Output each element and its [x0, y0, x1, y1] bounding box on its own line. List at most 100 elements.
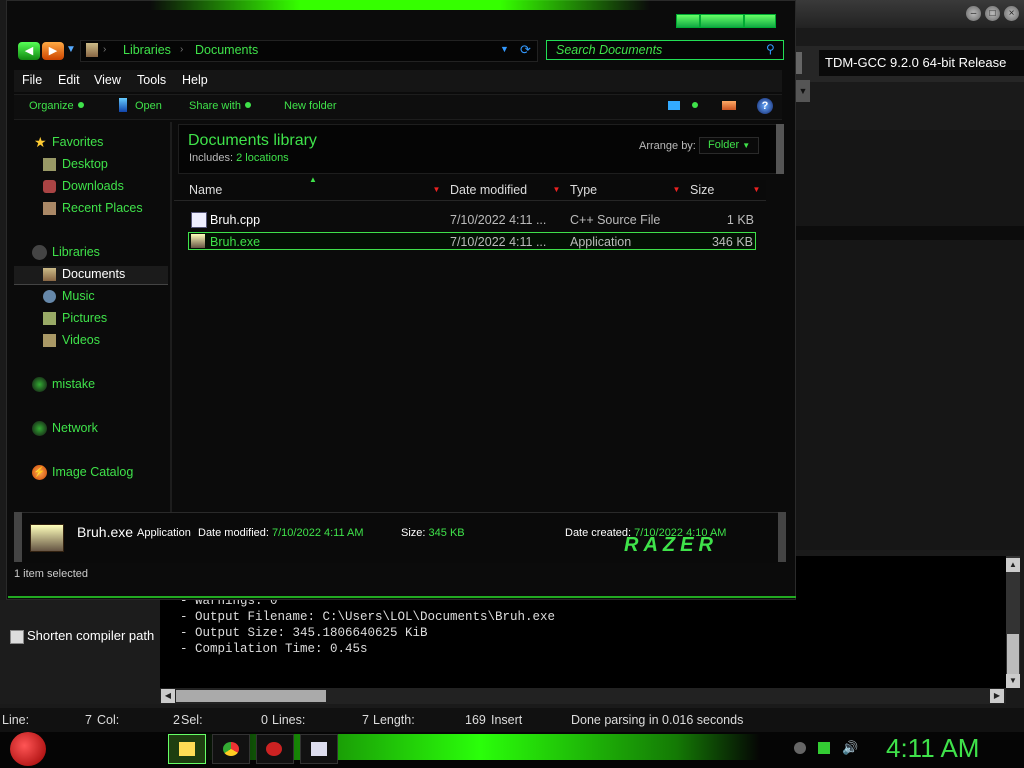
- preview-pane-icon[interactable]: [722, 101, 736, 110]
- close-button[interactable]: [744, 14, 776, 28]
- window-icon: [311, 742, 327, 756]
- nav-pictures[interactable]: Pictures: [62, 311, 107, 325]
- search-icon[interactable]: ⚲: [766, 42, 775, 56]
- column-filter-icon[interactable]: ▼: [672, 182, 681, 198]
- shorten-compiler-path-checkbox[interactable]: [10, 630, 24, 644]
- menu-file[interactable]: File: [22, 73, 42, 87]
- maximize-icon[interactable]: □: [985, 6, 1000, 21]
- nav-videos[interactable]: Videos: [62, 333, 100, 347]
- code-editor[interactable]: [796, 130, 1024, 550]
- scroll-up-icon[interactable]: ▲: [1006, 558, 1020, 572]
- explorer-folder-icon: [179, 742, 195, 756]
- nav-favorites[interactable]: Favorites: [52, 135, 103, 149]
- nav-desktop[interactable]: Desktop: [62, 157, 108, 171]
- nav-downloads[interactable]: Downloads: [62, 179, 124, 193]
- refresh-icon[interactable]: ⟳: [520, 42, 531, 58]
- help-icon[interactable]: ?: [757, 98, 773, 114]
- view-options-icon[interactable]: [692, 102, 698, 108]
- details-file-icon: [30, 524, 64, 552]
- locations-link[interactable]: 2 locations: [236, 152, 289, 164]
- breadcrumb-libraries[interactable]: Libraries: [123, 43, 171, 57]
- maximize-button[interactable]: [700, 14, 744, 28]
- file-date: 7/10/2022 4:11 ...: [450, 213, 547, 227]
- minimize-button[interactable]: [676, 14, 700, 28]
- scroll-right-icon[interactable]: ▶: [990, 689, 1004, 703]
- column-date-modified[interactable]: Date modified: [450, 183, 527, 197]
- compiler-select[interactable]: TDM-GCC 9.2.0 64-bit Release: [819, 50, 1024, 76]
- breadcrumb-separator-icon[interactable]: ›: [103, 44, 106, 55]
- chrome-icon: [223, 742, 239, 756]
- chevron-down-icon[interactable]: ▼: [796, 80, 810, 102]
- videos-icon: [43, 334, 56, 347]
- breadcrumb-documents[interactable]: Documents: [195, 43, 258, 57]
- change-view-icon[interactable]: [668, 101, 680, 110]
- forward-icon[interactable]: ▶: [42, 42, 64, 60]
- column-filter-icon[interactable]: ▼: [752, 182, 761, 198]
- show-hidden-icons-icon[interactable]: [794, 742, 806, 754]
- file-name: Bruh.exe: [210, 235, 261, 249]
- breadcrumb-separator-icon[interactable]: ›: [180, 44, 183, 55]
- nav-libraries[interactable]: Libraries: [52, 245, 100, 259]
- file-type: Application: [570, 235, 632, 249]
- address-dropdown-icon[interactable]: ▼: [500, 44, 509, 54]
- status-sel-label: Sel:: [181, 713, 203, 727]
- scroll-left-icon[interactable]: ◀: [161, 689, 175, 703]
- ide-statusbar: Line: 7 Col: 2 Sel: 0 Lines: 7 Length: 1…: [0, 708, 1024, 732]
- status-sel: 0: [261, 713, 268, 727]
- column-size[interactable]: Size: [690, 183, 714, 197]
- open-button[interactable]: Open: [135, 100, 162, 112]
- sort-ascending-icon: ▲: [309, 175, 317, 184]
- image-catalog-icon: ⚡: [32, 465, 47, 480]
- file-row-cpp[interactable]: Bruh.cpp 7/10/2022 4:11 ... C++ Source F…: [188, 211, 756, 229]
- new-folder-button[interactable]: New folder: [284, 100, 337, 112]
- menu-help[interactable]: Help: [182, 73, 208, 87]
- back-icon[interactable]: ◀: [18, 42, 40, 60]
- menu-tools[interactable]: Tools: [137, 73, 166, 87]
- network-tray-icon[interactable]: [818, 742, 830, 754]
- log-horizontal-thumb[interactable]: [176, 690, 326, 702]
- column-type[interactable]: Type: [570, 183, 597, 197]
- recent-pages-icon[interactable]: ▼: [66, 44, 76, 55]
- start-button[interactable]: [10, 732, 46, 766]
- nav-documents[interactable]: Documents: [62, 267, 125, 281]
- nav-homegroup[interactable]: mistake: [52, 377, 95, 391]
- window-bottom-border: [8, 596, 796, 598]
- clock[interactable]: 4:11 AM: [886, 733, 979, 764]
- scroll-down-icon[interactable]: ▼: [1006, 674, 1020, 688]
- menu-edit[interactable]: Edit: [58, 73, 80, 87]
- details-size: Size: 345 KB: [401, 527, 465, 539]
- nav-recent-places[interactable]: Recent Places: [62, 201, 143, 215]
- desktop-icon: [43, 158, 56, 171]
- column-filter-icon[interactable]: ▼: [552, 182, 561, 198]
- status-col: 2: [173, 713, 180, 727]
- volume-icon[interactable]: 🔊: [842, 741, 858, 754]
- organize-button[interactable]: Organize: [29, 100, 84, 112]
- size-label: Size:: [401, 527, 426, 539]
- menu-bar: [14, 70, 782, 92]
- date-modified-value: 7/10/2022 4:11 AM: [272, 527, 364, 539]
- column-name[interactable]: Name: [189, 183, 222, 197]
- status-length: 169: [465, 713, 486, 727]
- close-icon[interactable]: ×: [1004, 6, 1019, 21]
- status-line-label: Line:: [2, 713, 30, 727]
- file-size: 1 KB: [726, 213, 754, 227]
- nav-network[interactable]: Network: [52, 421, 98, 435]
- file-row-exe[interactable]: Bruh.exe 7/10/2022 4:11 ... Application …: [188, 232, 756, 250]
- open-icon: [119, 98, 127, 112]
- share-with-button[interactable]: Share with: [189, 100, 251, 112]
- includes-label: Includes:: [189, 152, 234, 164]
- date-created-label: Date created:: [565, 527, 632, 539]
- pane-splitter[interactable]: [170, 122, 172, 512]
- favorites-star-icon: ★: [34, 134, 47, 150]
- network-icon: [32, 421, 47, 436]
- status-line: 7: [85, 713, 92, 727]
- nav-image-catalog[interactable]: Image Catalog: [52, 465, 133, 479]
- arrange-by-dropdown[interactable]: Folder ▼: [699, 137, 759, 154]
- details-file-type: Application: [137, 527, 191, 539]
- minimize-icon[interactable]: –: [966, 6, 981, 21]
- column-filter-icon[interactable]: ▼: [432, 182, 441, 198]
- menu-view[interactable]: View: [94, 73, 121, 87]
- window-caption-buttons: [676, 14, 776, 28]
- log-vertical-thumb[interactable]: [1007, 634, 1019, 674]
- nav-music[interactable]: Music: [62, 289, 95, 303]
